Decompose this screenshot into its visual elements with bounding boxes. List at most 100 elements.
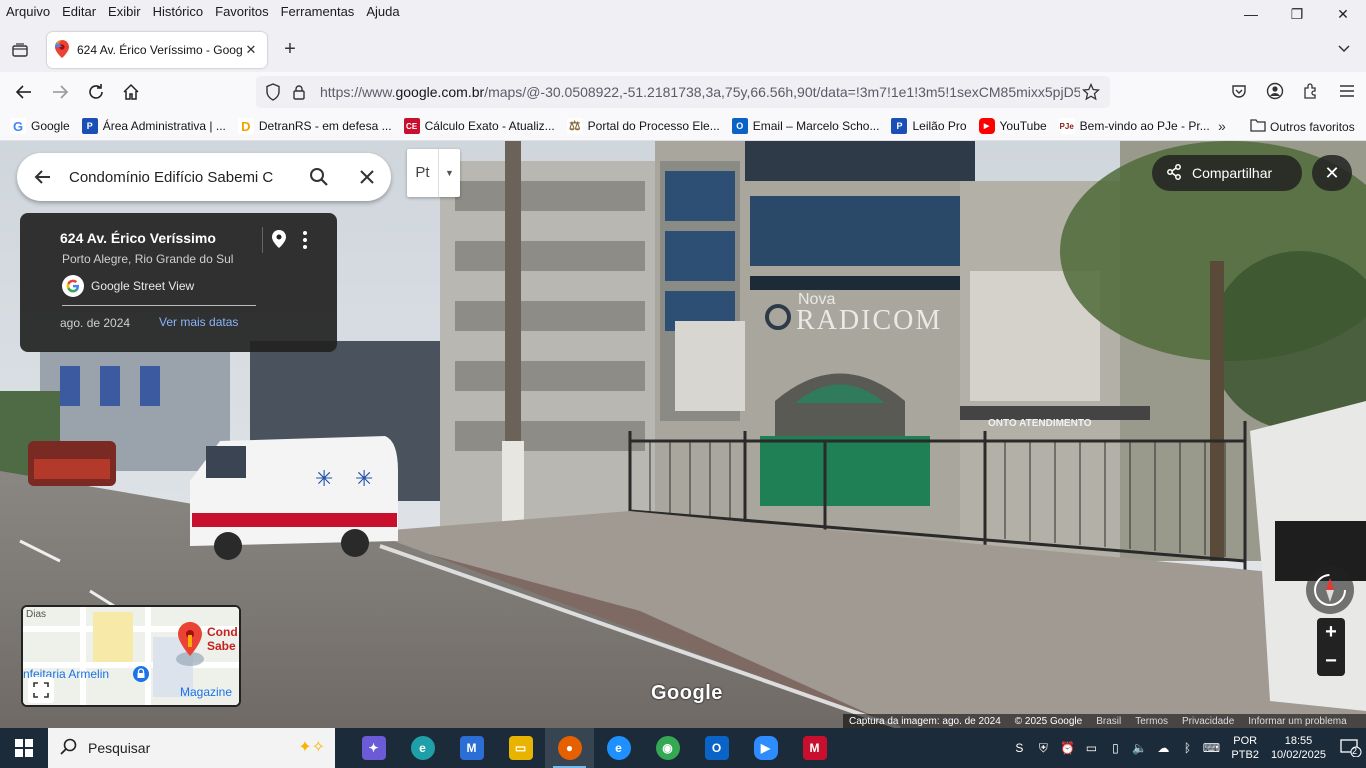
share-button[interactable]: Compartilhar xyxy=(1152,155,1302,191)
back-arrow-icon[interactable] xyxy=(17,153,69,201)
bookmark-youtube[interactable]: ▶ YouTube xyxy=(978,118,1047,134)
outlook-app-button[interactable]: O xyxy=(692,728,741,768)
menu-historico[interactable]: Histórico xyxy=(147,4,210,19)
alarm-icon[interactable]: ⏰ xyxy=(1057,738,1077,758)
map-pin-icon[interactable] xyxy=(271,229,291,251)
input-tools-button[interactable]: Pt ▼ xyxy=(407,149,460,197)
copilot-app-button[interactable]: ✦ xyxy=(349,728,398,768)
close-street-view-button[interactable]: ✕ xyxy=(1312,155,1352,191)
tab-google-maps[interactable]: 624 Av. Érico Veríssimo - Google ✕ xyxy=(47,32,267,68)
star-icon[interactable] xyxy=(1080,81,1102,103)
menu-editar[interactable]: Editar xyxy=(56,4,102,19)
back-arrow-icon[interactable] xyxy=(11,80,37,104)
m365-app-button[interactable]: M xyxy=(447,728,496,768)
bookmark-leilao-pro[interactable]: P Leilão Pro xyxy=(891,118,967,134)
close-icon[interactable] xyxy=(343,153,391,201)
maps-search-input[interactable]: Condomínio Edifício Sabemi C xyxy=(69,169,295,186)
extensions-icon[interactable] xyxy=(1300,80,1322,102)
mcafee-app-button[interactable]: M xyxy=(790,728,839,768)
mcafee-shield-icon: M xyxy=(802,736,827,760)
tab-list-icon[interactable] xyxy=(8,38,32,62)
lock-icon[interactable] xyxy=(288,81,310,103)
google-favicon-icon: G xyxy=(10,118,26,134)
footer-report[interactable]: Informar um problema xyxy=(1248,716,1346,727)
file-explorer-app-button[interactable]: ▭ xyxy=(496,728,545,768)
more-dates-link[interactable]: Ver mais datas xyxy=(159,315,238,329)
firefox-app-button[interactable]: ● xyxy=(545,728,594,768)
zoom-out-button[interactable]: − xyxy=(1317,647,1345,676)
skype-icon[interactable]: S xyxy=(1009,738,1029,758)
street-view-panorama[interactable]: ✳ ✳ Nova RADICOM ONTO ATENDIMENTO Condom… xyxy=(0,141,1366,728)
menu-exibir[interactable]: Exibir xyxy=(102,4,147,19)
expand-icon[interactable] xyxy=(28,677,54,703)
bookmark-pje[interactable]: PJe Bem-vindo ao PJe - Pr... xyxy=(1058,118,1210,134)
zoom-in-button[interactable]: + xyxy=(1317,618,1345,647)
minimap[interactable]: Dias Cond Sabe nfeitaria Armelin Magazin… xyxy=(21,605,241,707)
pje-favicon-icon: PJe xyxy=(1058,118,1075,134)
bluetooth-icon[interactable]: ᛒ xyxy=(1177,738,1197,758)
zoom-app-button[interactable]: ▶ xyxy=(741,728,790,768)
battery-icon[interactable]: ▯ xyxy=(1105,738,1125,758)
footer-copyright: © 2025 Google xyxy=(1014,715,1083,727)
volume-icon[interactable]: 🔈 xyxy=(1129,738,1149,758)
bookmark-area-administrativa[interactable]: P Área Administrativa | ... xyxy=(81,118,226,134)
keyboard-icon[interactable]: ⌨ xyxy=(1201,738,1221,758)
bookmark-detranrs[interactable]: D DetranRS - em defesa ... xyxy=(237,118,392,134)
bookmark-other-folder[interactable]: Outros favoritos xyxy=(1250,118,1355,135)
footer-country[interactable]: Brasil xyxy=(1096,716,1121,727)
chrome-icon: ◉ xyxy=(655,736,680,760)
bookmarks-overflow-icon[interactable]: » xyxy=(1218,118,1226,134)
close-window-button[interactable]: ✕ xyxy=(1320,0,1366,28)
edge-icon: e xyxy=(410,736,435,760)
compass-icon[interactable] xyxy=(1306,566,1354,614)
edge-app-button[interactable]: e xyxy=(398,728,447,768)
chevron-down-icon[interactable]: ▼ xyxy=(439,168,460,178)
network-icon[interactable]: ▭ xyxy=(1081,738,1101,758)
search-icon[interactable] xyxy=(295,153,343,201)
notifications-icon[interactable]: 2 xyxy=(1336,728,1366,768)
restore-button[interactable]: ❐ xyxy=(1274,0,1320,28)
chevron-down-icon[interactable] xyxy=(1336,40,1354,58)
new-tab-button[interactable]: + xyxy=(278,38,302,62)
maps-search-box[interactable]: Condomínio Edifício Sabemi C xyxy=(17,153,391,201)
bookmark-label: Área Administrativa | ... xyxy=(102,119,226,133)
onedrive-icon[interactable]: ☁ xyxy=(1153,738,1173,758)
minimize-button[interactable]: — xyxy=(1228,0,1274,28)
windows-start-icon[interactable] xyxy=(0,728,48,768)
copilot-icon: ✦ xyxy=(361,736,386,760)
pocket-icon[interactable] xyxy=(1228,80,1250,102)
bookmarks-bar: G Google P Área Administrativa | ... D D… xyxy=(0,112,1366,141)
taskbar-search-box[interactable]: Pesquisar ✦✧ xyxy=(48,728,335,768)
home-icon[interactable] xyxy=(118,80,144,104)
minimap-label-cond: Cond xyxy=(207,625,238,639)
url-bar[interactable]: https://www.google.com.br/maps/@-30.0508… xyxy=(256,76,1110,108)
footer-terms[interactable]: Termos xyxy=(1135,716,1168,727)
forward-arrow-icon[interactable] xyxy=(47,80,73,104)
bookmark-google[interactable]: G Google xyxy=(10,118,70,134)
menu-ajuda[interactable]: Ajuda xyxy=(360,4,405,19)
menu-favoritos[interactable]: Favoritos xyxy=(209,4,274,19)
bookmark-email[interactable]: O Email – Marcelo Scho... xyxy=(731,118,879,134)
tab-close-icon[interactable]: ✕ xyxy=(243,42,259,58)
bookmark-portal-processo[interactable]: ⚖ Portal do Processo Ele... xyxy=(566,118,720,134)
reload-icon[interactable] xyxy=(83,80,109,104)
input-language[interactable]: POR PTB2 xyxy=(1231,734,1259,762)
more-options-icon[interactable] xyxy=(298,229,312,251)
menu-ferramentas[interactable]: Ferramentas xyxy=(275,4,361,19)
internet-explorer-app-button[interactable]: e xyxy=(594,728,643,768)
chrome-app-button[interactable]: ◉ xyxy=(643,728,692,768)
footer-privacy[interactable]: Privacidade xyxy=(1182,716,1234,727)
url-text[interactable]: https://www.google.com.br/maps/@-30.0508… xyxy=(320,84,1080,100)
menu-arquivo[interactable]: Arquivo xyxy=(0,4,56,19)
account-icon[interactable] xyxy=(1264,80,1286,102)
google-logo-icon xyxy=(62,275,84,297)
hamburger-menu-icon[interactable] xyxy=(1336,80,1358,102)
sparkle-icon: ✦✧ xyxy=(298,739,325,756)
clock[interactable]: 18:55 10/02/2025 xyxy=(1271,734,1326,762)
outlook-favicon-icon: O xyxy=(731,118,748,134)
capture-date: ago. de 2024 xyxy=(60,316,131,330)
security-icon[interactable]: ⛨ xyxy=(1033,738,1053,758)
bookmark-calculo-exato[interactable]: CE Cálculo Exato - Atualiz... xyxy=(403,118,555,134)
url-domain: google.com.br xyxy=(395,84,485,100)
shield-icon[interactable] xyxy=(262,81,284,103)
